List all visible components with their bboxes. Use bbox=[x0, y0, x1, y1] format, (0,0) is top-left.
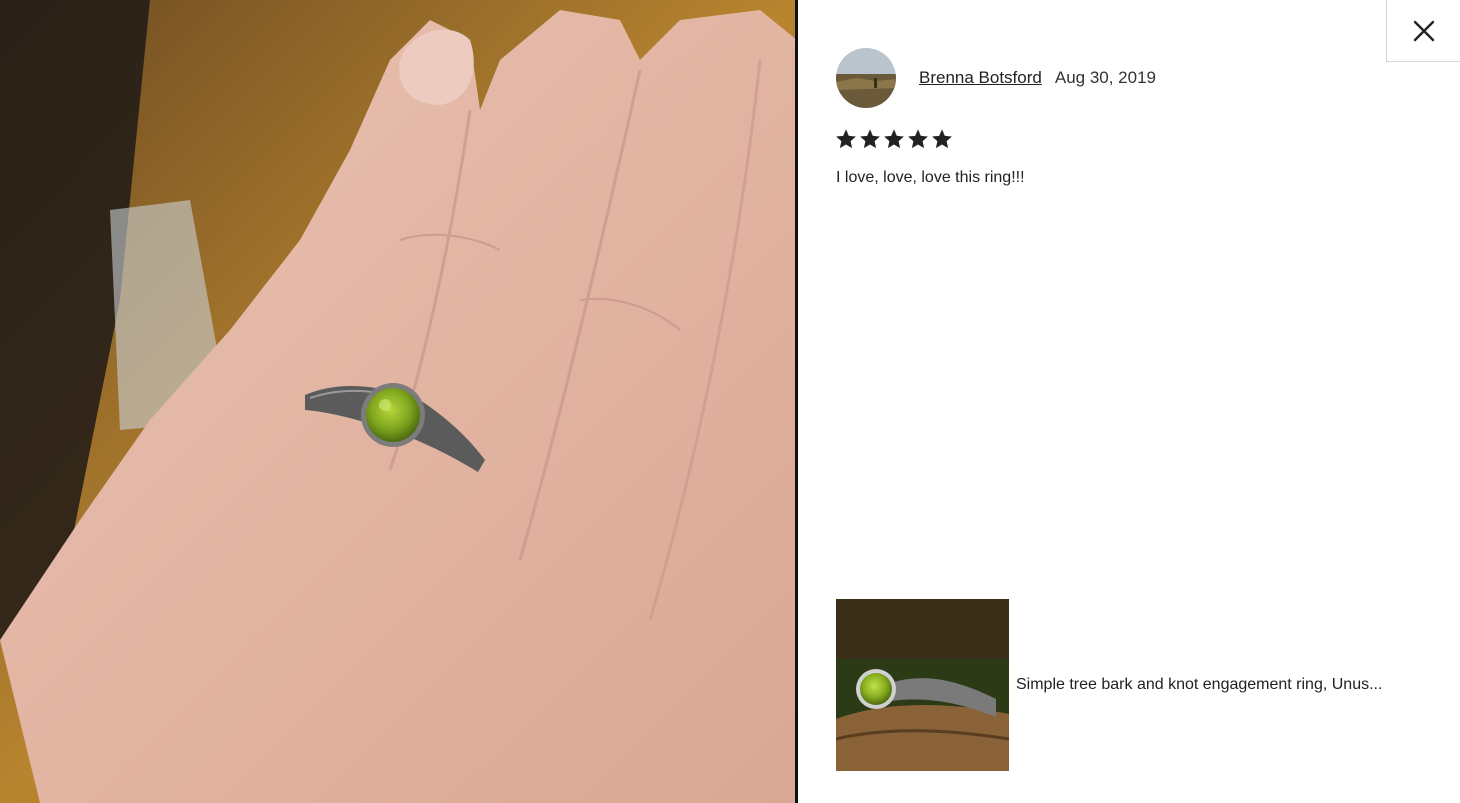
close-button[interactable] bbox=[1386, 0, 1460, 62]
listing-link[interactable]: Simple tree bark and knot engagement rin… bbox=[836, 599, 1454, 771]
reviewer-name-link[interactable]: Brenna Botsford bbox=[919, 68, 1042, 88]
star-icon bbox=[908, 129, 928, 149]
avatar[interactable] bbox=[836, 48, 896, 108]
star-rating bbox=[835, 128, 953, 150]
reviewer-header: Brenna Botsford Aug 30, 2019 bbox=[836, 48, 1156, 108]
close-icon bbox=[1413, 20, 1434, 41]
star-icon bbox=[932, 129, 952, 149]
listing-thumbnail[interactable] bbox=[836, 599, 1009, 771]
star-icon bbox=[884, 129, 904, 149]
star-icon bbox=[860, 129, 880, 149]
review-details-panel: Brenna Botsford Aug 30, 2019 I love, lov… bbox=[798, 0, 1460, 803]
listing-title[interactable]: Simple tree bark and knot engagement rin… bbox=[1016, 676, 1454, 694]
star-icon bbox=[836, 129, 856, 149]
review-text: I love, love, love this ring!!! bbox=[836, 169, 1025, 186]
review-date: Aug 30, 2019 bbox=[1054, 68, 1157, 87]
review-photo bbox=[0, 0, 797, 803]
